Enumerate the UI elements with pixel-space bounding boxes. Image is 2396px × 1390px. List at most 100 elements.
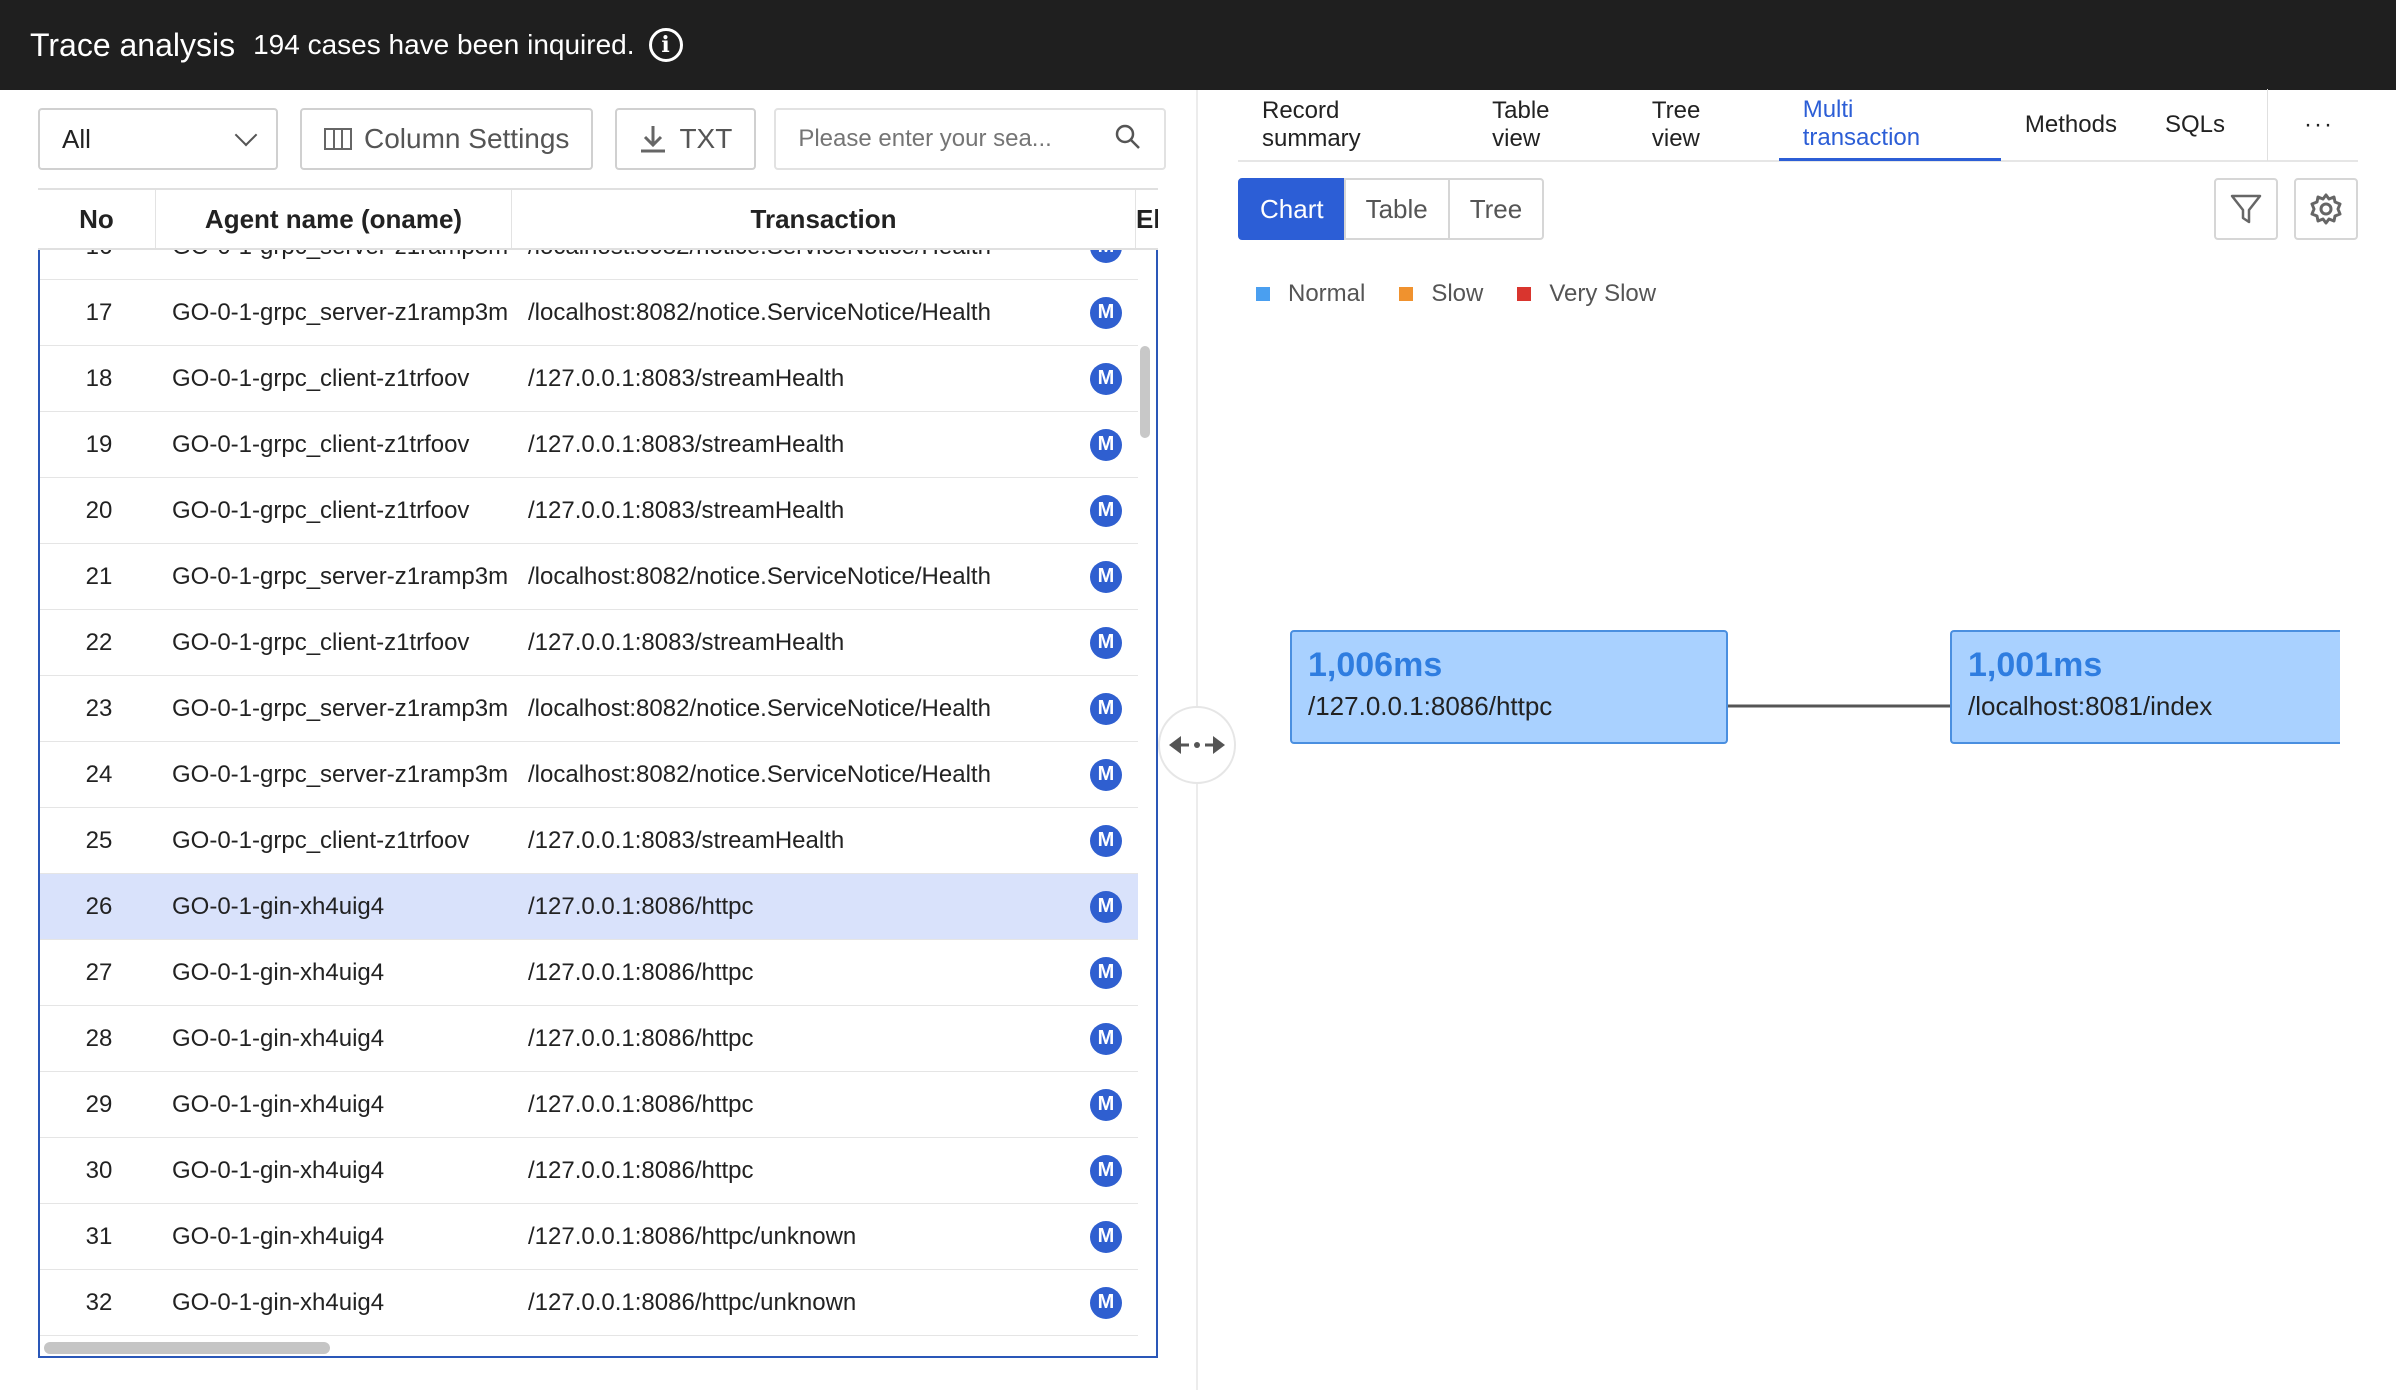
row-agent-name: GO-0-1-gin-xh4uig4 — [172, 958, 385, 986]
method-badge-icon[interactable]: M — [1090, 494, 1122, 527]
row-transaction: /127.0.0.1:8083/streamHealth — [528, 364, 845, 392]
tab-record-summary[interactable]: Record summary — [1238, 89, 1468, 161]
table-row[interactable]: 32 GO-0-1-gin-xh4uig4/127.0.0.1:8086/http… — [40, 1270, 1138, 1336]
method-badge-icon[interactable]: M — [1090, 692, 1122, 725]
method-badge-icon[interactable]: M — [1090, 1286, 1122, 1319]
column-settings-label: Column Settings — [364, 123, 570, 154]
row-agent-name: GO-0-1-gin-xh4uig4 — [172, 1288, 385, 1316]
row-method-cell: M — [1074, 1220, 1138, 1253]
table-row[interactable]: 21 GO-0-1-grpc_server-z1ramp3m/localhost:… — [40, 544, 1138, 610]
table-row[interactable]: 19 GO-0-1-grpc_client-z1trfoov/127.0.0.1:… — [40, 412, 1138, 478]
node-elapsed-time: 1,006ms — [1308, 646, 1443, 684]
view-mode-chart[interactable]: Chart — [1238, 178, 1346, 240]
row-agent-name: GO-0-1-grpc_client-z1trfoov — [172, 364, 470, 392]
table-row[interactable]: 31 GO-0-1-gin-xh4uig4/127.0.0.1:8086/http… — [40, 1204, 1138, 1270]
filter-button[interactable] — [2214, 178, 2278, 240]
transaction-list-panel: All Column Settings TXT No Agent name (o… — [0, 90, 1196, 1390]
method-badge-icon[interactable]: M — [1090, 560, 1122, 593]
column-header-agent[interactable]: Agent name (oname) — [156, 190, 512, 248]
columns-icon — [324, 128, 352, 150]
txt-download-button[interactable]: TXT — [615, 108, 757, 170]
row-method-cell: M — [1074, 250, 1138, 263]
row-agent-name: GO-0-1-grpc_server-z1ramp3m — [172, 298, 509, 326]
chevron-down-icon — [234, 123, 258, 147]
table-row[interactable]: 26 GO-0-1-gin-xh4uig4/127.0.0.1:8086/http… — [40, 874, 1138, 940]
method-badge-icon[interactable]: M — [1090, 1154, 1122, 1187]
legend-item-very-slow: Very Slow — [1517, 280, 1656, 308]
method-badge-icon[interactable]: M — [1090, 890, 1122, 923]
row-number: 19 — [85, 430, 113, 458]
row-agent-name: GO-0-1-grpc_server-z1ramp3m — [158, 250, 514, 261]
transaction-node[interactable]: 1,006ms /127.0.0.1:8086/httpc — [1290, 630, 1728, 744]
table-row[interactable]: 17 GO-0-1-grpc_server-z1ramp3m/localhost:… — [40, 280, 1138, 346]
transaction-node[interactable]: 1,001ms /localhost:8081/index — [1950, 630, 2340, 744]
table-row[interactable]: 16GO-0-1-grpc_server-z1ramp3m/localhost:… — [40, 250, 1138, 280]
tab-tree-view[interactable]: Tree view — [1628, 89, 1779, 161]
method-badge-icon[interactable]: M — [1090, 1022, 1122, 1055]
search-icon[interactable] — [1114, 123, 1142, 156]
tab-table-view[interactable]: Table view — [1468, 89, 1628, 161]
table-row[interactable]: 27 GO-0-1-gin-xh4uig4/127.0.0.1:8086/http… — [40, 940, 1138, 1006]
table-row[interactable]: 20 GO-0-1-grpc_client-z1trfoov/127.0.0.1:… — [40, 478, 1138, 544]
row-method-cell: M — [1074, 1022, 1138, 1055]
table-row[interactable]: 29 GO-0-1-gin-xh4uig4/127.0.0.1:8086/http… — [40, 1072, 1138, 1138]
settings-button[interactable] — [2294, 178, 2358, 240]
table-row[interactable]: 18 GO-0-1-grpc_client-z1trfoov/127.0.0.1:… — [40, 346, 1138, 412]
tab-multi-transaction[interactable]: Multi transaction — [1778, 89, 2001, 161]
table-row[interactable]: 28 GO-0-1-gin-xh4uig4/127.0.0.1:8086/http… — [40, 1006, 1138, 1072]
method-badge-icon[interactable]: M — [1090, 1088, 1122, 1121]
method-badge-icon[interactable]: M — [1090, 250, 1122, 263]
row-transaction: /localhost:8082/notice.ServiceNotice/Hea… — [528, 298, 991, 326]
table-row[interactable]: 22 GO-0-1-grpc_client-z1trfoov/127.0.0.1:… — [40, 610, 1138, 676]
info-icon[interactable]: i — [648, 28, 683, 62]
vertical-scrollbar[interactable] — [1140, 346, 1150, 438]
row-method-cell: M — [1074, 296, 1138, 329]
filter-select[interactable]: All — [38, 108, 278, 170]
tab-sqls[interactable]: SQLs — [2141, 89, 2249, 161]
row-number: 22 — [85, 628, 113, 656]
row-number: 25 — [85, 826, 113, 854]
table-row[interactable]: 23 GO-0-1-grpc_server-z1ramp3m/localhost:… — [40, 676, 1138, 742]
row-agent-name: GO-0-1-gin-xh4uig4 — [172, 1090, 385, 1118]
result-count: 194 cases have been inquired. — [253, 29, 635, 60]
tab-methods[interactable]: Methods — [2001, 89, 2141, 161]
column-header-no[interactable]: No — [38, 190, 156, 248]
horizontal-scrollbar[interactable] — [44, 1342, 330, 1354]
column-settings-button[interactable]: Column Settings — [300, 108, 594, 170]
row-agent-name: GO-0-1-gin-xh4uig4 — [172, 1222, 385, 1250]
row-number: 29 — [85, 1090, 113, 1118]
method-badge-icon[interactable]: M — [1090, 428, 1122, 461]
more-tabs-button[interactable]: ··· — [2267, 89, 2358, 161]
row-number: 21 — [85, 562, 113, 590]
method-badge-icon[interactable]: M — [1090, 626, 1122, 659]
chart-legend: Normal Slow Very Slow — [1256, 280, 1690, 308]
row-method-cell: M — [1074, 1154, 1138, 1187]
column-header-transaction[interactable]: Transaction — [512, 190, 1136, 248]
row-transaction: /127.0.0.1:8086/httpc — [528, 1156, 754, 1184]
method-badge-icon[interactable]: M — [1090, 362, 1122, 395]
row-method-cell: M — [1074, 824, 1138, 857]
method-badge-icon[interactable]: M — [1090, 758, 1122, 791]
row-transaction: /127.0.0.1:8086/httpc — [528, 1090, 754, 1118]
row-number: 20 — [85, 496, 113, 524]
table-row[interactable]: 24 GO-0-1-grpc_server-z1ramp3m/localhost:… — [40, 742, 1138, 808]
row-number: 24 — [85, 760, 113, 788]
table-row[interactable]: 25 GO-0-1-grpc_client-z1trfoov/127.0.0.1:… — [40, 808, 1138, 874]
legend-item-normal: Normal — [1256, 280, 1365, 308]
row-method-cell: M — [1074, 626, 1138, 659]
method-badge-icon[interactable]: M — [1090, 1220, 1122, 1253]
method-badge-icon[interactable]: M — [1090, 956, 1122, 989]
row-transaction: /127.0.0.1:8083/streamHealth — [528, 430, 845, 458]
row-method-cell: M — [1074, 362, 1138, 395]
view-mode-table[interactable]: Table — [1343, 178, 1450, 240]
column-header-extra[interactable]: El — [1136, 190, 1158, 248]
row-transaction: /127.0.0.1:8086/httpc/unknown — [528, 1288, 857, 1316]
method-badge-icon[interactable]: M — [1090, 296, 1122, 329]
row-agent-name: GO-0-1-grpc_client-z1trfoov — [172, 496, 470, 524]
row-method-cell: M — [1074, 560, 1138, 593]
method-badge-icon[interactable]: M — [1090, 824, 1122, 857]
view-mode-tree[interactable]: Tree — [1447, 178, 1545, 240]
search-input[interactable] — [798, 125, 1089, 153]
grid-body[interactable]: 16GO-0-1-grpc_server-z1ramp3m/localhost:… — [38, 250, 1158, 1358]
table-row[interactable]: 30 GO-0-1-gin-xh4uig4/127.0.0.1:8086/http… — [40, 1138, 1138, 1204]
